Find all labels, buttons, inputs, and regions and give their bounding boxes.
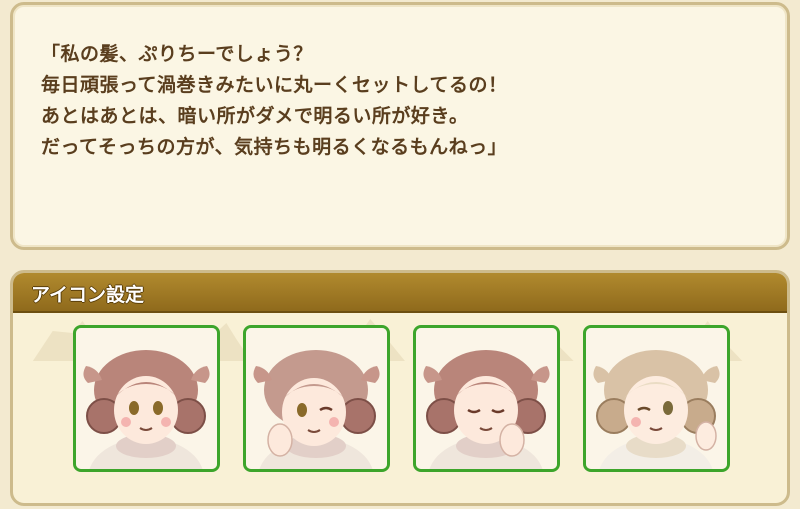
icon-option-4[interactable] xyxy=(583,325,730,472)
quote-text: 「私の髪、ぷりちーでしょう？ 毎日頑張って渦巻きみたいに丸ーくセットしてるの！ … xyxy=(41,39,507,163)
sheep-portrait-eyes-closed-icon xyxy=(416,328,557,469)
sheep-portrait-light-wink-icon xyxy=(586,328,727,469)
section-header: アイコン設定 xyxy=(13,273,787,313)
quote-line: 毎日頑張って渦巻きみたいに丸ーくセットしてるの！ xyxy=(41,74,508,96)
section-title: アイコン設定 xyxy=(31,284,145,306)
icon-option-2[interactable] xyxy=(243,325,390,472)
sheep-portrait-smile-icon xyxy=(76,328,217,469)
icon-option-1[interactable] xyxy=(73,325,220,472)
icon-option-3[interactable] xyxy=(413,325,560,472)
quote-line: 「私の髪、ぷりちーでしょう？ xyxy=(41,43,313,65)
quote-line: あとはあとは、暗い所がダメで明るい所が好き。 xyxy=(41,105,469,127)
icon-settings-section: アイコン設定 xyxy=(10,270,790,506)
sheep-portrait-wink-icon xyxy=(246,328,387,469)
character-quote-panel: 「私の髪、ぷりちーでしょう？ 毎日頑張って渦巻きみたいに丸ーくセットしてるの！ … xyxy=(10,2,790,250)
icon-list xyxy=(13,325,787,503)
quote-line: だってそっちの方が、気持ちも明るくなるもんねっ」 xyxy=(41,136,508,158)
